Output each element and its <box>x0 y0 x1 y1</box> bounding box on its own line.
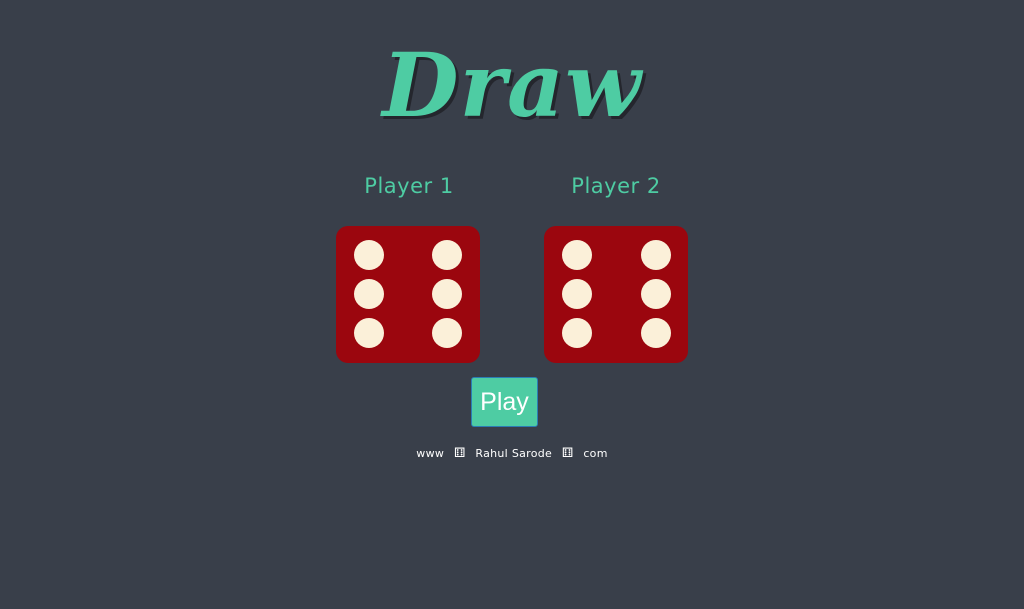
footer-prefix: www <box>416 447 445 460</box>
die-pip <box>354 240 384 270</box>
die-pip <box>354 279 384 309</box>
player-2-label: Player 2 <box>571 174 661 198</box>
player-1-label: Player 1 <box>364 174 454 198</box>
dice-icon: ⚅ <box>453 446 466 461</box>
dice-icon: ⚅ <box>561 446 574 461</box>
die-pip <box>641 318 671 348</box>
die-pip <box>432 279 462 309</box>
play-button[interactable]: Play <box>471 377 538 427</box>
footer-credit: www ⚅ Rahul Sarode ⚅ com <box>0 446 1024 461</box>
die-pip <box>562 279 592 309</box>
die-pip <box>562 318 592 348</box>
die-pip <box>641 279 671 309</box>
player-2-die <box>544 226 688 363</box>
player-1-die <box>336 226 480 363</box>
die-pip <box>354 318 384 348</box>
page-title: Draw <box>382 33 642 137</box>
footer-name: Rahul Sarode <box>475 447 553 460</box>
die-pip <box>432 240 462 270</box>
footer-suffix: com <box>583 447 608 460</box>
die-pip <box>432 318 462 348</box>
die-pip <box>562 240 592 270</box>
die-pip <box>641 240 671 270</box>
